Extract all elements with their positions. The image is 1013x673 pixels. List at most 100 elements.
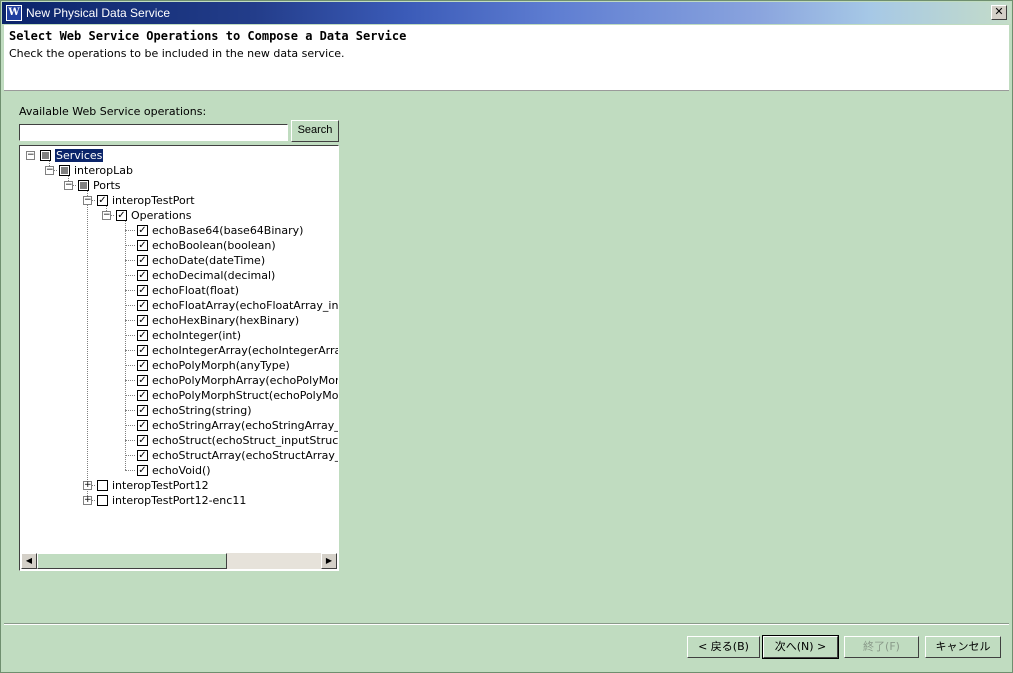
interoplab-checkbox[interactable] xyxy=(59,165,70,176)
operation-checkbox[interactable]: ✓ xyxy=(137,315,148,326)
operation-label: echoInteger(int) xyxy=(152,329,242,342)
tree-node-operation[interactable]: ✓ echoDate(dateTime) xyxy=(137,253,265,268)
operation-label: echoDate(dateTime) xyxy=(152,254,266,267)
operation-checkbox[interactable]: ✓ xyxy=(137,450,148,461)
operation-checkbox[interactable]: ✓ xyxy=(137,390,148,401)
operation-checkbox[interactable]: ✓ xyxy=(137,330,148,341)
interoptestport-checkbox[interactable]: ✓ xyxy=(97,195,108,206)
tree-node-interoptestport12-enc11[interactable]: + interopTestPort12-enc11 xyxy=(83,493,246,508)
back-button[interactable]: < 戻る(B) xyxy=(687,636,760,658)
ports-label: Ports xyxy=(93,179,121,192)
tree-connector xyxy=(125,245,135,246)
tree-node-operation[interactable]: ✓ echoFloat(float) xyxy=(137,283,239,298)
horizontal-scrollbar[interactable]: ◀ ▶ xyxy=(21,553,337,569)
tree-node-ports[interactable]: − Ports xyxy=(64,178,121,193)
operations-checkbox[interactable]: ✓ xyxy=(116,210,127,221)
operation-label: echoString(string) xyxy=(152,404,252,417)
search-button[interactable]: Search xyxy=(291,120,339,142)
interoplab-label: interopLab xyxy=(74,164,133,177)
expand-icon[interactable]: + xyxy=(83,496,92,505)
tree-connector xyxy=(125,260,135,261)
operation-checkbox[interactable]: ✓ xyxy=(137,465,148,476)
page-title: Select Web Service Operations to Compose… xyxy=(9,29,407,43)
finish-button[interactable]: 終了(F) xyxy=(844,636,919,658)
tree-connector xyxy=(125,290,135,291)
operation-checkbox[interactable]: ✓ xyxy=(137,255,148,266)
collapse-icon[interactable]: − xyxy=(83,196,92,205)
tree-connector xyxy=(125,230,135,231)
operation-label: echoBoolean(boolean) xyxy=(152,239,276,252)
tree-connector xyxy=(125,350,135,351)
ports-checkbox[interactable] xyxy=(78,180,89,191)
operation-checkbox[interactable]: ✓ xyxy=(137,300,148,311)
operation-checkbox[interactable]: ✓ xyxy=(137,435,148,446)
tree-connector xyxy=(125,425,135,426)
tree-node-operation[interactable]: ✓ echoPolyMorph(anyType) xyxy=(137,358,290,373)
operation-label: echoStruct(echoStruct_inputStruct) xyxy=(152,434,338,447)
tree-node-operation[interactable]: ✓ echoHexBinary(hexBinary) xyxy=(137,313,299,328)
operation-checkbox[interactable]: ✓ xyxy=(137,225,148,236)
operation-label: echoPolyMorphArray(echoPolyMorph xyxy=(152,374,338,387)
operation-label: echoPolyMorphStruct(echoPolyMorph xyxy=(152,389,338,402)
operation-label: echoStringArray(echoStringArray_inp xyxy=(152,419,338,432)
tree-node-operation[interactable]: ✓ echoBase64(base64Binary) xyxy=(137,223,303,238)
tree-node-operation[interactable]: ✓ echoStruct(echoStruct_inputStruct) xyxy=(137,433,338,448)
title-bar[interactable]: W New Physical Data Service ✕ xyxy=(2,2,1011,24)
tree-node-operation[interactable]: ✓ echoVoid() xyxy=(137,463,211,478)
scroll-left-button[interactable]: ◀ xyxy=(21,553,37,569)
collapse-icon[interactable]: − xyxy=(64,181,73,190)
tree-node-operation[interactable]: ✓ echoIntegerArray(echoIntegerArray_i xyxy=(137,343,338,358)
tree-node-operation[interactable]: ✓ echoDecimal(decimal) xyxy=(137,268,275,283)
close-button[interactable]: ✕ xyxy=(991,5,1007,20)
expand-icon[interactable]: + xyxy=(83,481,92,490)
tree-node-operation[interactable]: ✓ echoString(string) xyxy=(137,403,252,418)
collapse-icon[interactable]: − xyxy=(26,151,35,160)
operation-checkbox[interactable]: ✓ xyxy=(137,375,148,386)
tree-node-operation[interactable]: ✓ echoFloatArray(echoFloatArray_inpu xyxy=(137,298,338,313)
tree-node-operation[interactable]: ✓ echoBoolean(boolean) xyxy=(137,238,276,253)
operation-checkbox[interactable]: ✓ xyxy=(137,270,148,281)
tree-node-interoptestport12[interactable]: + interopTestPort12 xyxy=(83,478,209,493)
tree-node-operation[interactable]: ✓ echoInteger(int) xyxy=(137,328,241,343)
tree-node-interoptestport[interactable]: − ✓ interopTestPort xyxy=(83,193,195,208)
window-title: New Physical Data Service xyxy=(26,6,171,20)
operation-checkbox[interactable]: ✓ xyxy=(137,240,148,251)
services-label: Services xyxy=(55,149,104,162)
tree-node-services[interactable]: − Services xyxy=(26,148,104,163)
interoptestport12-checkbox[interactable] xyxy=(97,480,108,491)
tree-connector xyxy=(125,380,135,381)
operation-checkbox[interactable]: ✓ xyxy=(137,420,148,431)
tree-connector xyxy=(125,365,135,366)
tree-node-operation[interactable]: ✓ echoPolyMorphStruct(echoPolyMorph xyxy=(137,388,338,403)
collapse-icon[interactable]: − xyxy=(102,211,111,220)
scroll-thumb[interactable] xyxy=(37,553,227,569)
interoptestport12-enc11-label: interopTestPort12-enc11 xyxy=(112,494,247,507)
collapse-icon[interactable]: − xyxy=(45,166,54,175)
available-operations-label: Available Web Service operations: xyxy=(19,105,207,118)
operation-checkbox[interactable]: ✓ xyxy=(137,345,148,356)
tree-node-operation[interactable]: ✓ echoPolyMorphArray(echoPolyMorph xyxy=(137,373,338,388)
operation-checkbox[interactable]: ✓ xyxy=(137,360,148,371)
tree-node-operation[interactable]: ✓ echoStringArray(echoStringArray_inp xyxy=(137,418,338,433)
next-button[interactable]: 次へ(N) > xyxy=(762,635,839,659)
scroll-right-button[interactable]: ▶ xyxy=(321,553,337,569)
tree-connector xyxy=(125,335,135,336)
operation-label: echoStructArray(echoStructArray_inp xyxy=(152,449,338,462)
services-checkbox[interactable] xyxy=(40,150,51,161)
operation-label: echoPolyMorph(anyType) xyxy=(152,359,290,372)
cancel-button[interactable]: キャンセル xyxy=(925,636,1001,658)
tree-node-operations[interactable]: − ✓ Operations xyxy=(102,208,191,223)
operation-label: echoIntegerArray(echoIntegerArray_i xyxy=(152,344,338,357)
operation-checkbox[interactable]: ✓ xyxy=(137,405,148,416)
operation-label: echoDecimal(decimal) xyxy=(152,269,276,282)
operations-tree[interactable]: − Services − interopLab − Ports − ✓ inte… xyxy=(19,145,339,571)
interoptestport-label: interopTestPort xyxy=(112,194,195,207)
operation-checkbox[interactable]: ✓ xyxy=(137,285,148,296)
search-input[interactable] xyxy=(19,124,288,141)
interoptestport12-enc11-checkbox[interactable] xyxy=(97,495,108,506)
app-icon: W xyxy=(6,5,22,21)
operation-label: echoVoid() xyxy=(152,464,211,477)
page-description: Check the operations to be included in t… xyxy=(9,47,345,60)
tree-node-interoplab[interactable]: − interopLab xyxy=(45,163,133,178)
tree-node-operation[interactable]: ✓ echoStructArray(echoStructArray_inp xyxy=(137,448,338,463)
